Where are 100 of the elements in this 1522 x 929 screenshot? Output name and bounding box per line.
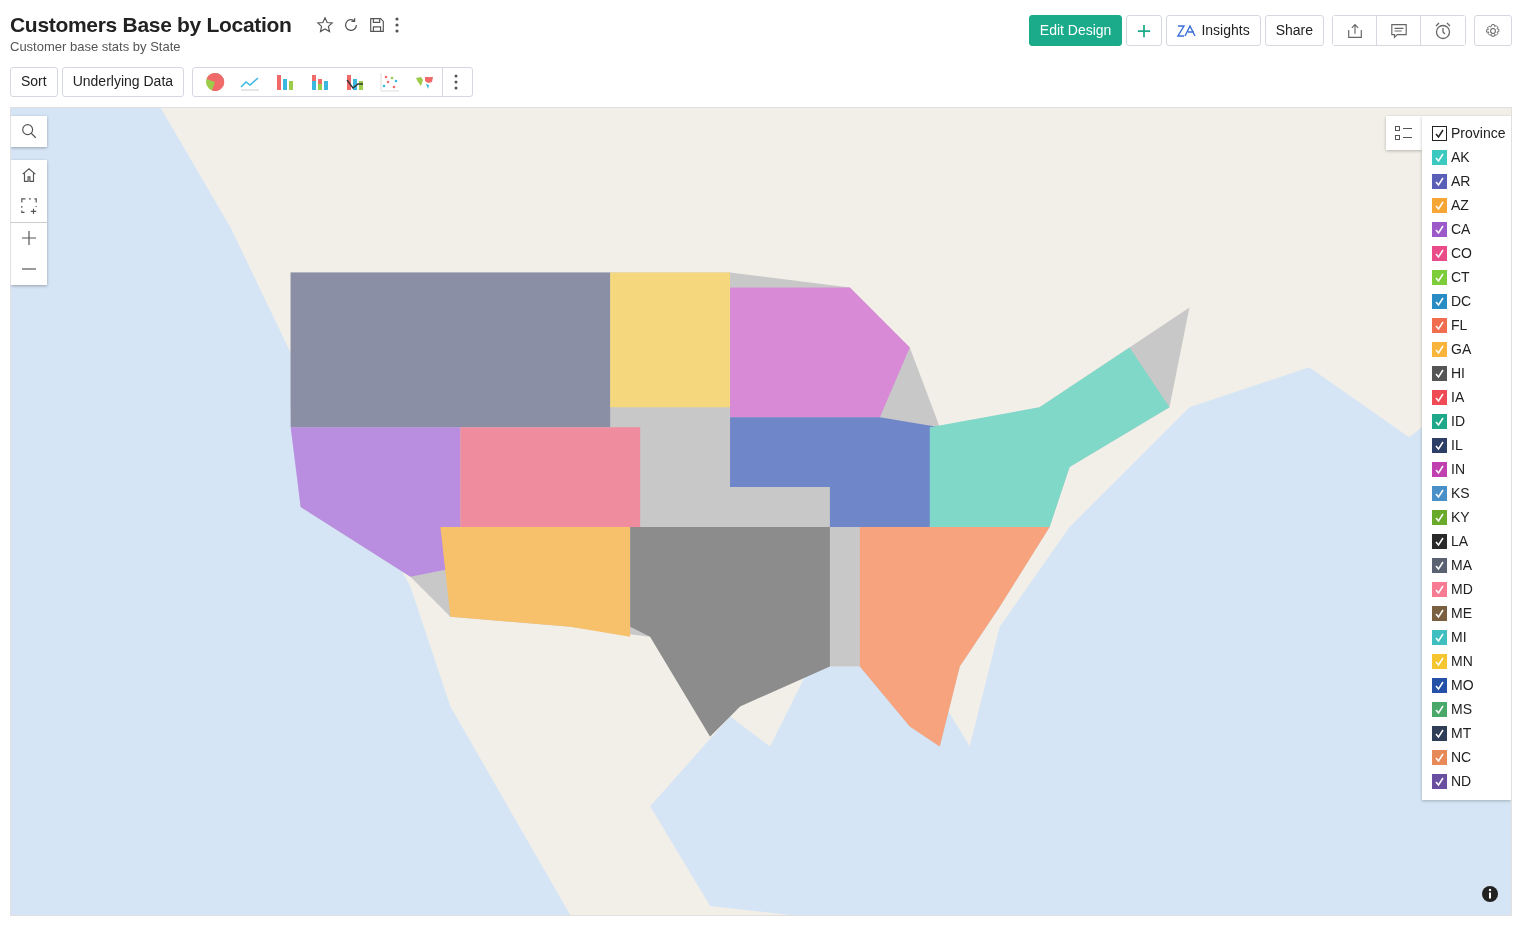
legend-checkbox[interactable] (1432, 510, 1447, 526)
share-button[interactable]: Share (1264, 15, 1324, 46)
legend-label[interactable]: CT (1451, 267, 1470, 289)
legend-checkbox[interactable] (1432, 438, 1447, 454)
legend-label[interactable]: MS (1451, 699, 1472, 721)
home-button[interactable] (11, 159, 47, 191)
check-icon (1434, 416, 1445, 428)
home-icon (20, 166, 38, 185)
legend-checkbox[interactable] (1432, 390, 1447, 406)
legend-label[interactable]: GA (1451, 339, 1472, 361)
star-icon[interactable] (315, 15, 334, 34)
legend-checkbox[interactable] (1432, 174, 1447, 190)
legend-checkbox[interactable] (1432, 246, 1447, 262)
legend-checkbox[interactable] (1432, 462, 1447, 478)
legend-checkbox[interactable] (1432, 702, 1447, 718)
check-icon (1434, 632, 1445, 644)
legend-checkbox[interactable] (1432, 198, 1447, 214)
legend-label[interactable]: AK (1451, 147, 1470, 169)
legend-label[interactable]: MT (1451, 723, 1472, 745)
add-button[interactable] (1126, 15, 1163, 46)
legend-label[interactable]: MN (1451, 651, 1473, 673)
check-icon (1434, 272, 1445, 284)
legend-checkbox[interactable] (1432, 486, 1447, 502)
scatter-chart-icon (379, 71, 400, 92)
search-icon (20, 122, 38, 141)
more-icon[interactable] (393, 15, 400, 34)
legend-checkbox[interactable] (1432, 366, 1447, 382)
check-icon (1434, 704, 1445, 716)
legend-checkbox[interactable] (1432, 534, 1447, 550)
legend-label[interactable]: IL (1451, 435, 1463, 457)
zoom-area-icon (20, 197, 38, 216)
check-icon (1434, 728, 1445, 740)
legend-checkbox[interactable] (1432, 678, 1447, 694)
legend-label[interactable]: AZ (1451, 195, 1469, 217)
alarm-icon (1433, 20, 1453, 41)
legend-label[interactable]: DC (1451, 291, 1472, 313)
legend-label[interactable]: ID (1451, 411, 1465, 433)
search-button[interactable] (11, 115, 47, 147)
check-icon (1434, 656, 1445, 668)
legend-label[interactable]: ND (1451, 771, 1472, 793)
legend-checkbox[interactable] (1432, 558, 1447, 574)
check-icon (1434, 128, 1445, 140)
settings-button[interactable] (1474, 15, 1512, 46)
legend-label[interactable]: MI (1451, 627, 1467, 649)
check-icon (1434, 560, 1445, 572)
save-icon[interactable] (367, 15, 386, 34)
legend-label[interactable]: FL (1451, 315, 1468, 337)
legend-checkbox[interactable] (1432, 318, 1447, 334)
legend-checkbox[interactable] (1432, 294, 1447, 310)
report-subtitle: Customer base stats by State (10, 38, 182, 57)
legend-toggle-icon (1394, 123, 1414, 142)
legend-checkbox[interactable] (1432, 750, 1447, 766)
legend-label[interactable]: KY (1451, 507, 1470, 529)
check-icon (1434, 296, 1445, 308)
info-icon[interactable] (1481, 884, 1499, 903)
legend-checkbox[interactable] (1432, 774, 1447, 790)
legend-label[interactable]: ME (1451, 603, 1472, 625)
legend-label[interactable]: CA (1451, 219, 1471, 241)
check-icon (1434, 200, 1445, 212)
legend-checkbox[interactable] (1432, 654, 1447, 670)
legend-checkbox[interactable] (1432, 414, 1447, 430)
zoom-area-button[interactable] (11, 190, 47, 222)
legend-checkbox[interactable] (1432, 270, 1447, 286)
legend-label[interactable]: MO (1451, 675, 1474, 697)
legend-checkbox[interactable] (1432, 222, 1447, 238)
legend-label[interactable]: MA (1451, 555, 1472, 577)
check-icon (1434, 608, 1445, 620)
legend-label[interactable]: IN (1451, 459, 1465, 481)
check-icon (1434, 152, 1445, 164)
underlying-data-button[interactable]: Underlying Data (61, 66, 185, 97)
legend-checkbox[interactable] (1432, 606, 1447, 622)
legend-label[interactable]: KS (1451, 483, 1470, 505)
legend-toggle-button[interactable] (1386, 115, 1422, 150)
checkbox[interactable] (1432, 126, 1447, 142)
check-icon (1434, 224, 1445, 236)
legend-label[interactable]: NC (1451, 747, 1472, 769)
insights-button[interactable]: Insights (1166, 15, 1261, 46)
legend-checkbox[interactable] (1432, 726, 1447, 742)
insights-logo-icon (1177, 23, 1198, 38)
plus-icon (1137, 22, 1152, 39)
zoom-in-icon (21, 230, 37, 247)
legend-checkbox[interactable] (1432, 342, 1447, 358)
legend-label[interactable]: CO (1451, 243, 1472, 265)
legend-title: Province (1451, 124, 1506, 144)
legend-label[interactable]: LA (1451, 531, 1469, 553)
zoom-out-button[interactable] (11, 253, 47, 285)
legend-label[interactable]: HI (1451, 363, 1465, 385)
legend-checkbox[interactable] (1432, 150, 1447, 166)
legend-label[interactable]: MD (1451, 579, 1473, 601)
legend-checkbox[interactable] (1432, 582, 1447, 598)
check-icon (1434, 176, 1445, 188)
export-icon (1345, 21, 1364, 40)
sort-button[interactable]: Sort (10, 66, 58, 97)
export-button[interactable] (1333, 16, 1377, 45)
zoom-in-button[interactable] (11, 222, 47, 254)
check-icon (1434, 584, 1445, 596)
legend-checkbox[interactable] (1432, 630, 1447, 646)
comment-icon (1389, 21, 1408, 40)
legend-label[interactable]: IA (1451, 387, 1465, 409)
legend-label[interactable]: AR (1451, 171, 1471, 193)
